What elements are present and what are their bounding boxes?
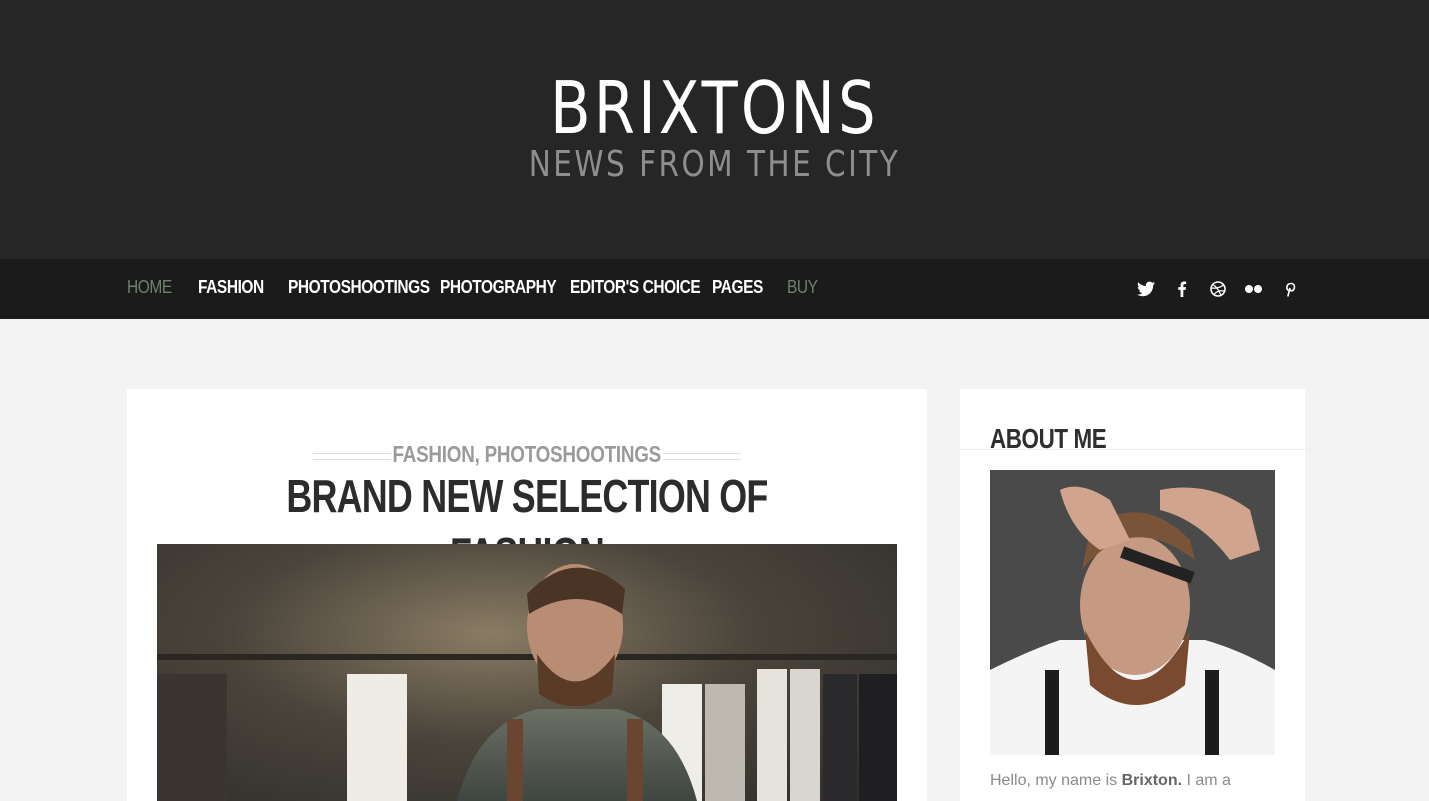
dribbble-icon[interactable]: [1208, 278, 1228, 300]
nav-item-home[interactable]: HOME: [127, 277, 172, 298]
nav-item-editors-choice[interactable]: EDITOR'S CHOICE: [570, 277, 701, 298]
sidebar: ABOUT ME Hello, my name is Brixton. I am…: [960, 389, 1315, 801]
nav-item-fashion[interactable]: FASHION: [198, 277, 264, 298]
site-title[interactable]: BRIXTONS: [129, 66, 1301, 150]
about-me-text: Hello, my name is Brixton. I am a: [990, 772, 1231, 790]
about-me-image: [990, 470, 1275, 755]
twitter-icon[interactable]: [1136, 278, 1156, 300]
nav-item-photography[interactable]: PHOTOGRAPHY: [440, 277, 557, 298]
about-me-text-suffix: I am a: [1182, 772, 1231, 789]
facebook-icon[interactable]: [1172, 278, 1192, 300]
divider: [960, 449, 1315, 450]
post-featured-image[interactable]: [157, 544, 897, 801]
nav-item-photoshootings[interactable]: PHOTOSHOOTINGS: [288, 277, 430, 298]
site-header: BRIXTONS NEWS FROM THE CITY: [0, 0, 1429, 259]
site-tagline: NEWS FROM THE CITY: [528, 144, 901, 185]
widget-title: ABOUT ME: [990, 423, 1107, 454]
flickr-icon[interactable]: [1244, 278, 1264, 300]
post-card: FASHION, PHOTOSHOOTINGS BRAND NEW SELECT…: [127, 389, 927, 801]
post-categories: FASHION, PHOTOSHOOTINGS: [127, 441, 927, 468]
nav-item-pages[interactable]: PAGES: [712, 277, 763, 298]
about-me-name: Brixton.: [1121, 772, 1183, 789]
pinterest-icon[interactable]: [1280, 278, 1300, 300]
nav-item-buy[interactable]: BUY: [787, 277, 818, 298]
about-me-text-prefix: Hello, my name is: [990, 772, 1122, 789]
post-categories-link[interactable]: FASHION, PHOTOSHOOTINGS: [393, 441, 662, 468]
